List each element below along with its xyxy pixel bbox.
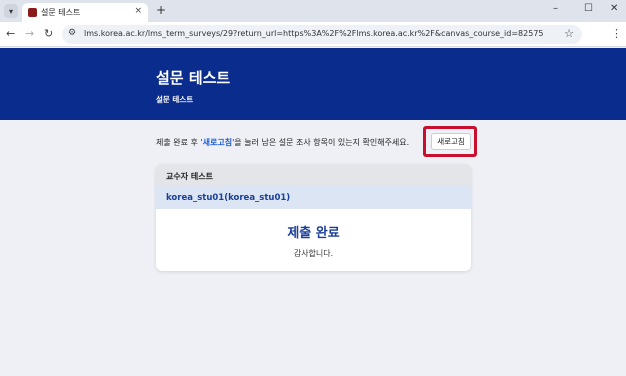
submission-status-title: 제출 완료 xyxy=(287,226,340,241)
minimize-icon[interactable]: – xyxy=(553,3,558,14)
back-arrow-icon[interactable]: ← xyxy=(6,27,15,40)
close-icon[interactable]: × xyxy=(134,6,142,16)
card-header: 교수자 테스트 xyxy=(156,164,471,186)
page-title: 설문 테스트 xyxy=(156,69,231,87)
refresh-notice: 제출 완료 후 '새로고침'을 눌러 남은 설문 조사 항목이 있는지 확인해주… xyxy=(156,137,409,148)
address-bar[interactable]: ⚙ lms.korea.ac.kr/lms_term_surveys/29?re… xyxy=(62,25,582,44)
refresh-button[interactable]: 새로고침 xyxy=(431,133,471,150)
star-icon[interactable]: ☆ xyxy=(564,27,574,40)
browser-tab[interactable]: 설문 테스트 × xyxy=(22,3,148,22)
student-name: korea_stu01(korea_stu01) xyxy=(166,193,291,203)
notice-text-before: 제출 완료 후 ' xyxy=(156,138,203,147)
maximize-icon[interactable]: ☐ xyxy=(584,3,593,14)
close-icon[interactable]: ✕ xyxy=(610,3,618,14)
notice-text-after: '을 눌러 남은 설문 조사 항목이 있는지 확인해주세요. xyxy=(232,138,410,147)
page-subtitle: 설문 테스트 xyxy=(156,95,194,104)
notice-highlight: 새로고침 xyxy=(202,138,233,147)
site-info-icon[interactable]: ⚙ xyxy=(68,28,76,38)
instructor-name: 교수자 테스트 xyxy=(166,172,213,181)
page-banner xyxy=(0,48,626,120)
site-favicon-icon xyxy=(28,8,37,17)
chevron-down-icon[interactable]: ▾ xyxy=(4,4,18,18)
student-row: korea_stu01(korea_stu01) xyxy=(156,186,471,209)
forward-arrow-icon[interactable]: → xyxy=(25,27,34,40)
browser-tab-strip: ▾ 설문 테스트 × + – ☐ ✕ xyxy=(0,0,626,22)
tab-title: 설문 테스트 xyxy=(41,8,81,17)
browser-toolbar: ← → ↻ ⚙ lms.korea.ac.kr/lms_term_surveys… xyxy=(0,22,626,47)
reload-icon[interactable]: ↻ xyxy=(44,27,53,40)
survey-result-card: 교수자 테스트 korea_stu01(korea_stu01) 제출 완료 감… xyxy=(156,164,471,271)
new-tab-button[interactable]: + xyxy=(156,3,166,17)
url-text[interactable]: lms.korea.ac.kr/lms_term_surveys/29?retu… xyxy=(84,29,544,38)
kebab-menu-icon[interactable]: ⋮ xyxy=(611,27,622,40)
thank-you-message: 감사합니다. xyxy=(293,249,334,258)
